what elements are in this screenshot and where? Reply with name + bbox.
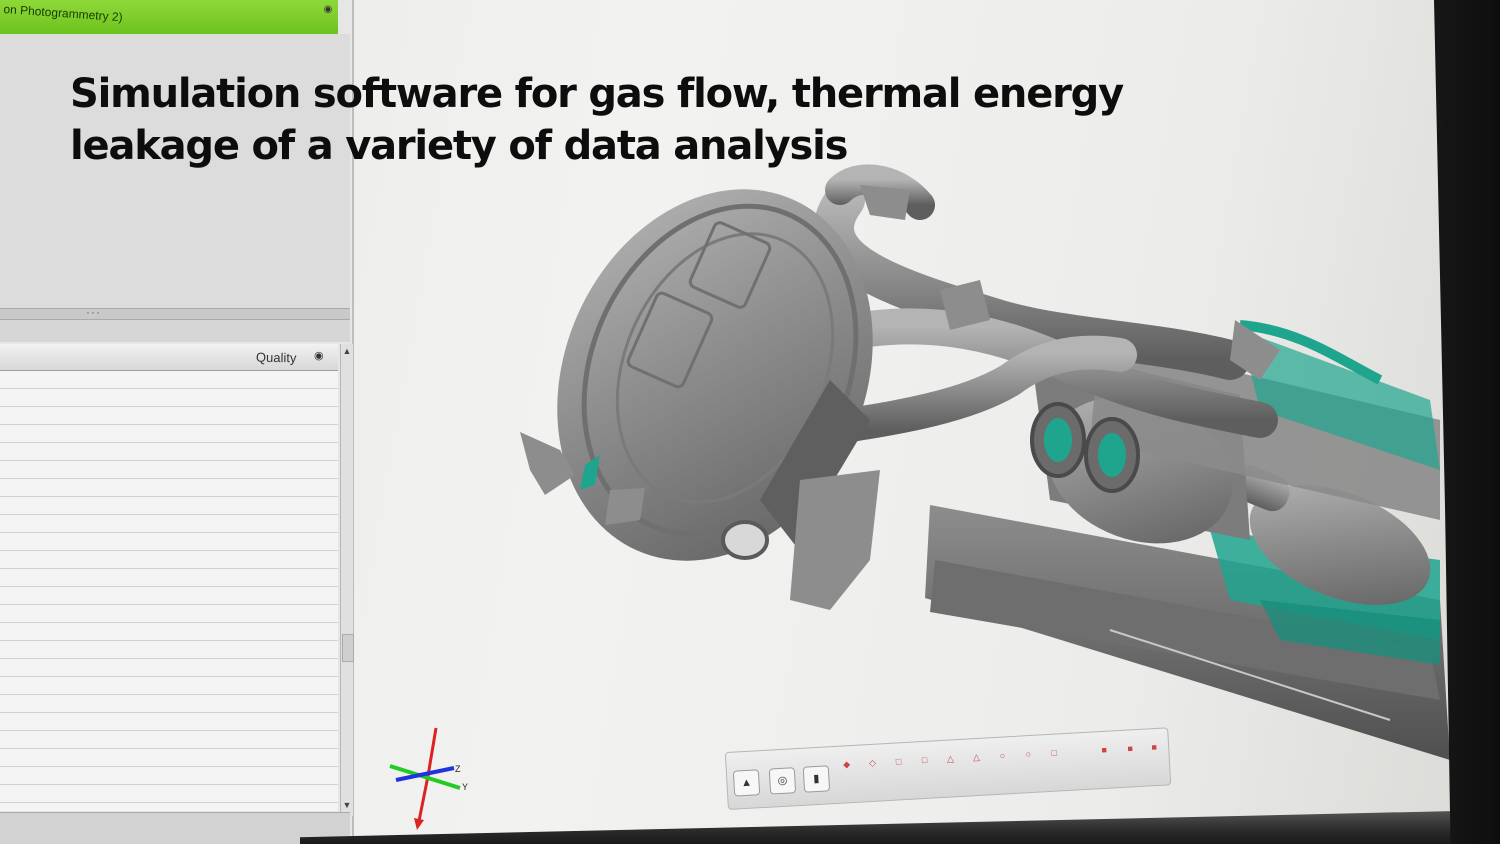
list-scrollbar[interactable]: ▲ ▼ bbox=[340, 344, 354, 816]
axis-label-z: Z bbox=[455, 764, 461, 774]
axis-triad-icon bbox=[389, 727, 461, 830]
toolbar-icon[interactable]: △ bbox=[968, 749, 985, 766]
toolbar-icon[interactable]: ◇ bbox=[864, 754, 881, 771]
toolbar-icon[interactable]: ■ bbox=[1122, 740, 1139, 757]
axis-label-y: Y bbox=[462, 782, 469, 792]
toolbar-icon[interactable]: ○ bbox=[1020, 746, 1037, 763]
caption-line-2: leakage of a variety of data analysis bbox=[70, 123, 848, 169]
column-header-quality[interactable]: Quality bbox=[256, 350, 297, 366]
toolbar-icon[interactable]: ▲ bbox=[732, 769, 761, 797]
eye-icon[interactable]: ◉ bbox=[314, 349, 324, 362]
list-header: Quality ◉ bbox=[0, 344, 338, 371]
video-caption: Simulation software for gas flow, therma… bbox=[70, 68, 1270, 172]
toolbar-icon[interactable]: ▮ bbox=[802, 765, 831, 793]
toolbar-icon[interactable]: ○ bbox=[994, 747, 1011, 764]
splitter-grip-icon: ··· bbox=[86, 305, 101, 319]
toolbar-icon[interactable]: □ bbox=[1046, 744, 1063, 761]
tree-item-label: on Photogrammetry 2) bbox=[3, 2, 124, 25]
panel-gap bbox=[0, 320, 350, 342]
tree-item-selected[interactable]: on Photogrammetry 2) ◉ bbox=[0, 0, 338, 35]
caption-line-1: Simulation software for gas flow, therma… bbox=[70, 71, 1124, 117]
toolbar-icon[interactable]: □ bbox=[890, 753, 907, 770]
toolbar-icon[interactable]: □ bbox=[916, 752, 933, 769]
scroll-up-icon[interactable]: ▲ bbox=[341, 346, 353, 360]
toolbar-icon[interactable]: ■ bbox=[1146, 739, 1163, 756]
list-body bbox=[0, 371, 338, 811]
toolbar-icon[interactable]: ◎ bbox=[768, 767, 797, 795]
panel-splitter[interactable]: ··· bbox=[0, 305, 350, 320]
panel-footer bbox=[0, 812, 350, 844]
scroll-thumb[interactable] bbox=[342, 634, 354, 662]
toolbar-icon[interactable]: ◆ bbox=[838, 756, 855, 773]
eye-icon[interactable]: ◉ bbox=[322, 4, 334, 15]
toolbar-icon[interactable]: △ bbox=[942, 750, 959, 767]
toolbar-icon[interactable]: ■ bbox=[1096, 741, 1113, 758]
